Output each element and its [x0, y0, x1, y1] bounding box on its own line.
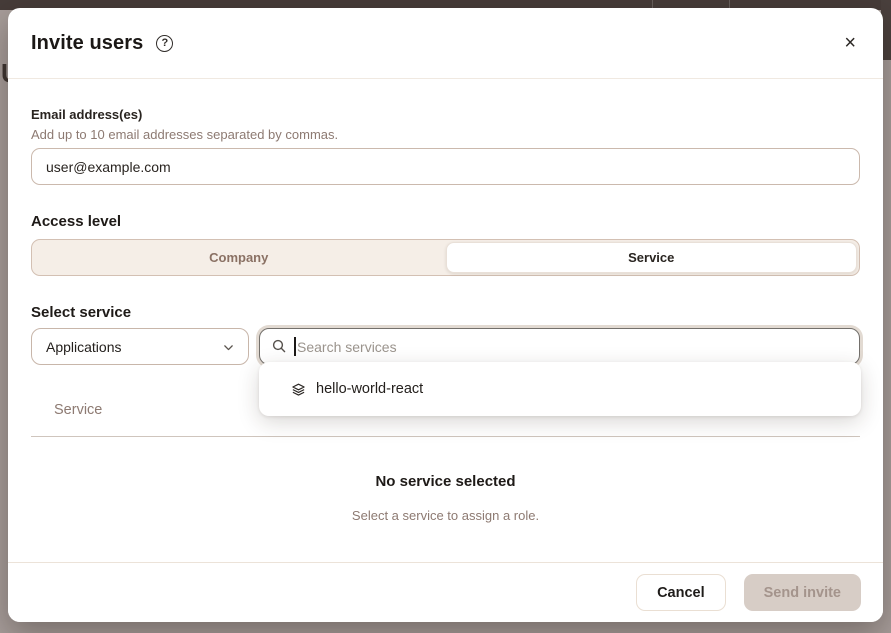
invite-users-dialog: Invite users ? × Email address(es) Add u… [8, 8, 883, 622]
service-search-results-dropdown: hello-world-react [259, 362, 861, 416]
access-level-label: Access level [31, 213, 860, 230]
access-level-segmented-control: Company Service [31, 239, 860, 276]
service-picker-row: Applications [31, 328, 860, 365]
email-input[interactable] [31, 148, 860, 185]
topbar-separator [652, 0, 653, 8]
email-helper-text: Add up to 10 email addresses separated b… [31, 127, 860, 142]
service-search-wrapper [259, 328, 860, 365]
cancel-button[interactable]: Cancel [636, 574, 726, 611]
close-icon[interactable]: × [840, 31, 860, 55]
empty-state-title: No service selected [31, 473, 860, 490]
service-category-value: Applications [46, 339, 122, 355]
service-category-select[interactable]: Applications [31, 328, 249, 365]
select-service-label: Select service [31, 304, 860, 321]
empty-state-subtitle: Select a service to assign a role. [31, 508, 860, 523]
dialog-footer: Cancel Send invite [8, 562, 883, 622]
stack-icon [291, 382, 306, 397]
segment-service[interactable]: Service [446, 242, 858, 273]
email-label: Email address(es) [31, 107, 860, 122]
service-result-hello-world-react[interactable]: hello-world-react [259, 368, 861, 410]
service-search-input[interactable] [259, 328, 860, 365]
topbar-separator [729, 0, 730, 8]
send-invite-button[interactable]: Send invite [744, 574, 861, 611]
dialog-header: Invite users ? × [8, 8, 883, 79]
chevron-down-icon [222, 341, 235, 357]
segment-company[interactable]: Company [32, 240, 446, 275]
service-result-label: hello-world-react [316, 381, 423, 397]
table-divider [31, 436, 860, 437]
dialog-body: Email address(es) Add up to 10 email add… [8, 107, 883, 523]
dialog-title: Invite users [31, 32, 143, 55]
help-icon[interactable]: ? [156, 35, 173, 52]
